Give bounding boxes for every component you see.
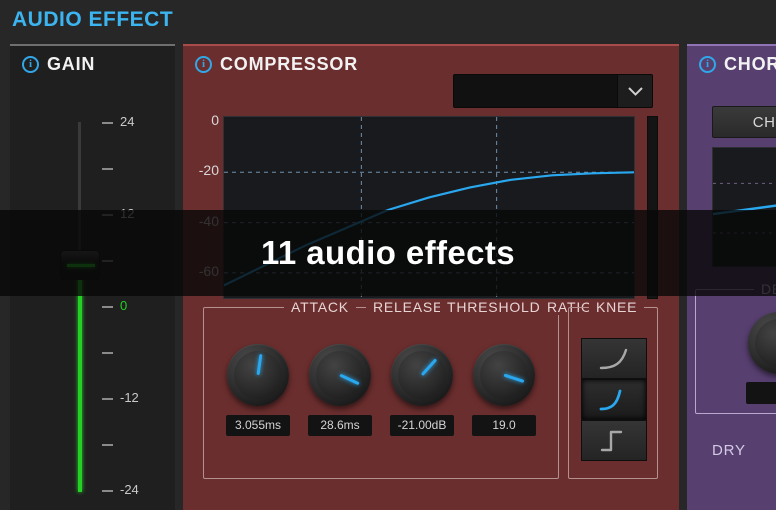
gain-scale: 24120-12-24 [102, 114, 172, 497]
compressor-panel-header: i COMPRESSOR [195, 54, 358, 75]
attack-readout[interactable]: 3.055ms [226, 415, 290, 436]
gain-scale-tick [102, 168, 113, 170]
compressor-knob-group: ATTACK RELEASE THRESHOLD RATIO 3.055ms 2… [203, 299, 600, 479]
chorus-panel-title: CHORUS [724, 54, 776, 74]
gain-scale-label: 24 [120, 114, 135, 129]
release-readout[interactable]: 28.6ms [308, 415, 372, 436]
gain-panel-accent [10, 44, 175, 46]
chorus-type-tag[interactable]: CHORUS [712, 106, 776, 138]
threshold-control: -21.00dB [382, 344, 462, 436]
gain-scale-tick [102, 490, 113, 492]
knee-button-stack [581, 338, 647, 461]
compressor-y-tick-label: 0 [211, 112, 219, 129]
overlay-caption: 11 audio effects [261, 234, 515, 271]
ratio-readout[interactable]: 19.0 [472, 415, 536, 436]
delay-knob-face [755, 319, 776, 367]
gain-scale-tick [102, 444, 113, 446]
compressor-preset-dropdown[interactable] [453, 74, 653, 108]
gain-scale-tick [102, 398, 113, 400]
attack-label: ATTACK [284, 299, 356, 315]
delay-knob[interactable] [748, 312, 776, 374]
gain-panel-header: i GAIN [22, 54, 95, 75]
chorus-delay-group: DELAY [695, 281, 776, 414]
chevron-down-icon[interactable] [618, 74, 653, 108]
gain-scale-label: -24 [120, 482, 139, 497]
gain-scale-label: -12 [120, 390, 139, 405]
knee-label: KNEE [589, 299, 645, 315]
delay-readout[interactable] [746, 382, 776, 404]
gain-scale-tick [102, 352, 113, 354]
chorus-panel-header: i CHORUS [699, 54, 776, 75]
audio-effect-window: AUDIO EFFECT i GAIN 24120-12-24 12dB i C… [0, 0, 776, 510]
gain-panel-title: GAIN [47, 54, 96, 74]
compressor-y-tick-label: -20 [198, 162, 219, 179]
knee-option-hard-knee[interactable] [581, 420, 647, 461]
release-knob[interactable] [309, 344, 371, 406]
ratio-control: 19.0 [464, 344, 544, 436]
ratio-knob[interactable] [473, 344, 535, 406]
knee-option-soft-knee[interactable] [581, 338, 647, 379]
info-icon[interactable]: i [699, 56, 716, 73]
release-control: 28.6ms [300, 344, 380, 436]
knee-option-medium-knee[interactable] [581, 379, 647, 420]
page-title: AUDIO EFFECT [12, 8, 174, 31]
gain-scale-tick [102, 306, 113, 308]
threshold-readout[interactable]: -21.00dB [390, 415, 454, 436]
chorus-panel-accent [687, 44, 776, 46]
compressor-knee-group: KNEE [568, 299, 658, 479]
gain-scale-tick [102, 122, 113, 124]
release-label: RELEASE [366, 299, 451, 315]
compressor-panel-accent [183, 44, 679, 46]
threshold-label: THRESHOLD [440, 299, 548, 315]
gain-scale-label: 0 [120, 298, 128, 313]
threshold-knob[interactable] [391, 344, 453, 406]
attack-knob[interactable] [227, 344, 289, 406]
info-icon[interactable]: i [22, 56, 39, 73]
compressor-panel-title: COMPRESSOR [220, 54, 359, 74]
attack-control: 3.055ms [218, 344, 298, 436]
compressor-preset-value[interactable] [453, 74, 618, 108]
dry-label: DRY [712, 442, 746, 459]
info-icon[interactable]: i [195, 56, 212, 73]
gain-fader-fill [78, 269, 82, 492]
